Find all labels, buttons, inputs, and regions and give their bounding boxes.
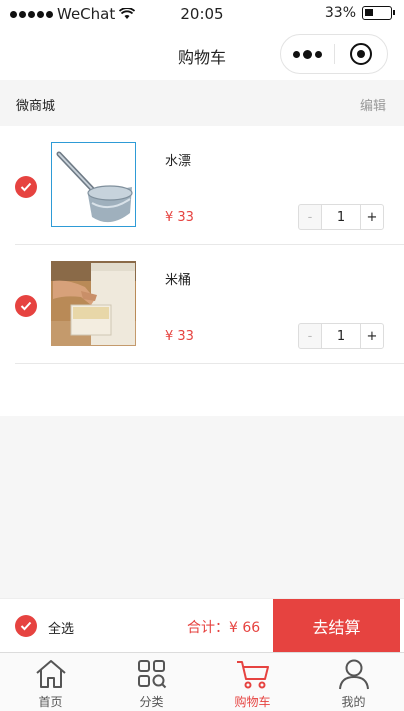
dot-icon <box>292 50 300 58</box>
check-icon <box>20 621 32 631</box>
miniprogram-capsule <box>280 34 388 74</box>
tab-home[interactable]: 首页 <box>0 653 101 711</box>
close-miniprogram-button[interactable] <box>334 35 387 73</box>
tab-category[interactable]: 分类 <box>101 653 202 711</box>
tab-label: 购物车 <box>234 695 271 709</box>
decrease-button[interactable]: - <box>298 323 322 349</box>
shop-name: 微商城 <box>16 99 56 114</box>
item-name: 米桶 <box>165 273 192 288</box>
category-icon <box>138 660 167 689</box>
item-price: ¥ 33 <box>165 329 194 344</box>
profile-icon <box>339 659 369 690</box>
quantity-input[interactable]: 1 <box>322 323 360 349</box>
home-icon <box>36 660 66 688</box>
checkout-button[interactable]: 去结算 <box>273 599 400 653</box>
status-right: 33% <box>324 5 395 21</box>
cart-item: 米桶 ¥ 33 - 1 + <box>0 245 404 364</box>
cart-icon <box>237 661 269 689</box>
item-checkbox[interactable] <box>15 295 37 317</box>
tab-label: 分类 <box>139 695 164 709</box>
decrease-button[interactable]: - <box>298 204 322 230</box>
rice-bucket-image[interactable] <box>51 261 136 346</box>
divider <box>15 363 404 364</box>
check-icon <box>20 182 32 192</box>
more-button[interactable] <box>281 35 334 73</box>
tab-cart[interactable]: 购物车 <box>202 653 303 711</box>
target-icon <box>349 43 372 65</box>
ladle-image-graphic <box>52 143 135 226</box>
select-all-checkbox[interactable] <box>15 615 37 637</box>
quantity-stepper: - 1 + <box>298 323 384 349</box>
rice-bucket-image-graphic <box>51 261 136 346</box>
edit-button[interactable]: 编辑 <box>360 95 386 114</box>
item-price: ¥ 33 <box>165 210 194 225</box>
nav-bar: 购物车 <box>0 30 404 80</box>
checkout-bar: 全选 合计：¥ 66 去结算 <box>0 598 404 653</box>
cart-list: 水漂 ¥ 33 - 1 + 米桶 ¥ 33 - 1 + <box>0 126 404 416</box>
total-price: 合计：¥ 66 <box>187 620 261 636</box>
status-bar: WeChat 20:05 33% <box>0 0 404 30</box>
tab-bar: 首页 分类 购物车 我的 <box>0 652 404 711</box>
cart-item: 水漂 ¥ 33 - 1 + <box>0 126 404 245</box>
ladle-image[interactable] <box>51 142 136 227</box>
battery-percent: 33% <box>324 5 356 21</box>
increase-button[interactable]: + <box>360 323 384 349</box>
increase-button[interactable]: + <box>360 204 384 230</box>
tab-profile[interactable]: 我的 <box>303 653 404 711</box>
item-name: 水漂 <box>165 154 192 169</box>
dot-icon <box>314 50 322 58</box>
item-checkbox[interactable] <box>15 176 37 198</box>
battery-icon <box>362 6 395 20</box>
shop-header: 微商城 编辑 <box>0 80 404 126</box>
quantity-input[interactable]: 1 <box>322 204 360 230</box>
select-all-label[interactable]: 全选 <box>48 618 74 637</box>
quantity-stepper: - 1 + <box>298 204 384 230</box>
tab-label: 首页 <box>38 695 63 709</box>
tab-label: 我的 <box>341 695 366 709</box>
dot-icon <box>302 49 312 59</box>
check-icon <box>20 301 32 311</box>
